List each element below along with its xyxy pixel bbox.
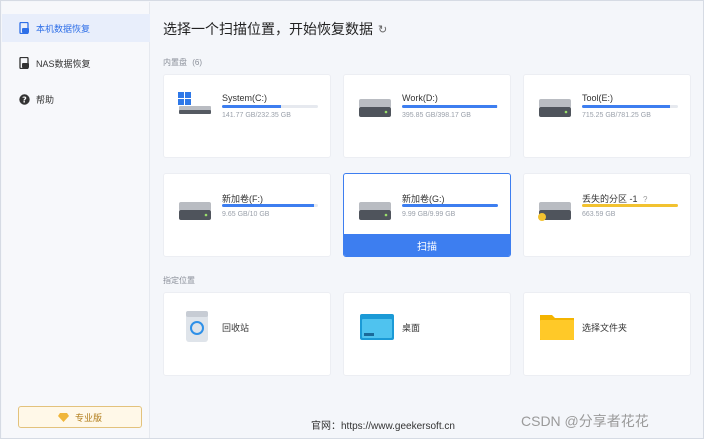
help-circle-icon[interactable]: ? [643, 195, 647, 204]
desktop-folder-icon [360, 314, 394, 340]
internal-drives-count: (6) [192, 58, 203, 67]
drive-size: 663.59 GB [582, 211, 616, 218]
csdn-watermark: CSDN @分享者花花 [521, 413, 649, 429]
drive-size: 395.85 GB/398.17 GB [402, 112, 471, 119]
drive-card-lost-partition[interactable]: 丢失的分区 -1 ? 663.59 GB [523, 173, 691, 257]
website-footer: 官网：https://www.geekersoft.cn [311, 421, 455, 432]
windows-drive-icon [178, 92, 211, 114]
drive-usage-fill [402, 204, 498, 207]
drive-card-e[interactable]: Tool(E:) 715.25 GB/781.25 GB [523, 74, 691, 158]
drive-file-icon [18, 22, 30, 34]
drive-name: Work(D:) [402, 93, 438, 103]
drive-usage-bar [582, 204, 678, 207]
sidebar-item-local-recovery[interactable]: 本机数据恢复 [2, 14, 150, 42]
pro-version-label: 专业版 [74, 412, 102, 423]
drive-usage-bar [402, 204, 498, 207]
recycle-bin-icon [186, 311, 208, 342]
hard-drive-icon [359, 99, 391, 117]
drive-card-f[interactable]: 新加卷(F:) 9.65 GB/10 GB [163, 173, 331, 257]
drive-card-c[interactable]: System(C:) 141.77 GB/232.35 GB [163, 74, 331, 158]
hard-drive-icon [179, 202, 211, 220]
page-title-text: 选择一个扫描位置，开始恢复数据 [163, 21, 373, 37]
drive-usage-bar [582, 105, 678, 108]
location-name: 回收站 [222, 323, 250, 333]
sidebar-item-label: 帮助 [36, 94, 55, 105]
drive-name: System(C:) [222, 93, 267, 103]
drive-size: 9.99 GB/9.99 GB [402, 211, 456, 218]
hard-drive-icon [359, 202, 391, 220]
scan-button[interactable]: 扫描 [344, 234, 510, 256]
hard-drive-icon [539, 99, 571, 117]
location-card-recycle-bin[interactable]: 回收站 [163, 292, 331, 376]
app-window: 本机数据恢复 NAS数据恢复 ? 帮助 专业版 选择一个扫描位置，开始恢复数据 … [0, 0, 704, 439]
sidebar: 本机数据恢复 NAS数据恢复 ? 帮助 专业版 [2, 2, 150, 438]
drive-usage-fill [402, 105, 498, 108]
lost-partition-name: 丢失的分区 -1 [582, 194, 638, 204]
nas-icon [18, 57, 30, 69]
pro-version-button[interactable]: 专业版 [18, 406, 142, 428]
location-name: 选择文件夹 [582, 323, 628, 333]
page-title: 选择一个扫描位置，开始恢复数据 ↻ [163, 19, 387, 39]
drive-card-d[interactable]: Work(D:) 395.85 GB/398.17 GB [343, 74, 511, 158]
drive-size: 141.77 GB/232.35 GB [222, 112, 291, 119]
drive-name: Tool(E:) [582, 93, 614, 103]
drive-usage-fill [582, 105, 671, 108]
svg-text:?: ? [22, 95, 27, 104]
location-card-desktop[interactable]: 桌面 [343, 292, 511, 376]
location-card-choose-folder[interactable]: 选择文件夹 [523, 292, 691, 376]
drive-card-g[interactable]: 新加卷(G:) 9.99 GB/9.99 GB 扫描 [343, 173, 511, 257]
drive-usage-bar [222, 204, 318, 207]
drive-usage-bar [402, 105, 498, 108]
drive-size: 715.25 GB/781.25 GB [582, 112, 651, 119]
drive-usage-fill [222, 204, 315, 207]
lost-partition-icon [538, 202, 571, 221]
folder-icon [540, 315, 574, 340]
drive-usage-fill [582, 204, 678, 207]
sidebar-item-nas-recovery[interactable]: NAS数据恢复 [2, 49, 150, 77]
diamond-icon [57, 412, 69, 422]
drive-usage-fill [222, 105, 281, 108]
specified-locations-label: 指定位置 [163, 276, 195, 285]
drive-usage-bar [222, 105, 318, 108]
sidebar-item-label: 本机数据恢复 [36, 23, 91, 34]
sidebar-item-help[interactable]: ? 帮助 [2, 85, 150, 113]
main-panel: 选择一个扫描位置，开始恢复数据 ↻ 内置盘 (6) System(C:) 141… [151, 2, 703, 438]
internal-drives-label-text: 内置盘 [163, 58, 187, 67]
drive-size: 9.65 GB/10 GB [222, 211, 270, 218]
refresh-icon[interactable]: ↻ [378, 23, 387, 36]
help-icon: ? [18, 93, 30, 105]
sidebar-item-label: NAS数据恢复 [36, 58, 91, 69]
location-name: 桌面 [402, 323, 421, 333]
internal-drives-label: 内置盘 (6) [163, 57, 202, 68]
